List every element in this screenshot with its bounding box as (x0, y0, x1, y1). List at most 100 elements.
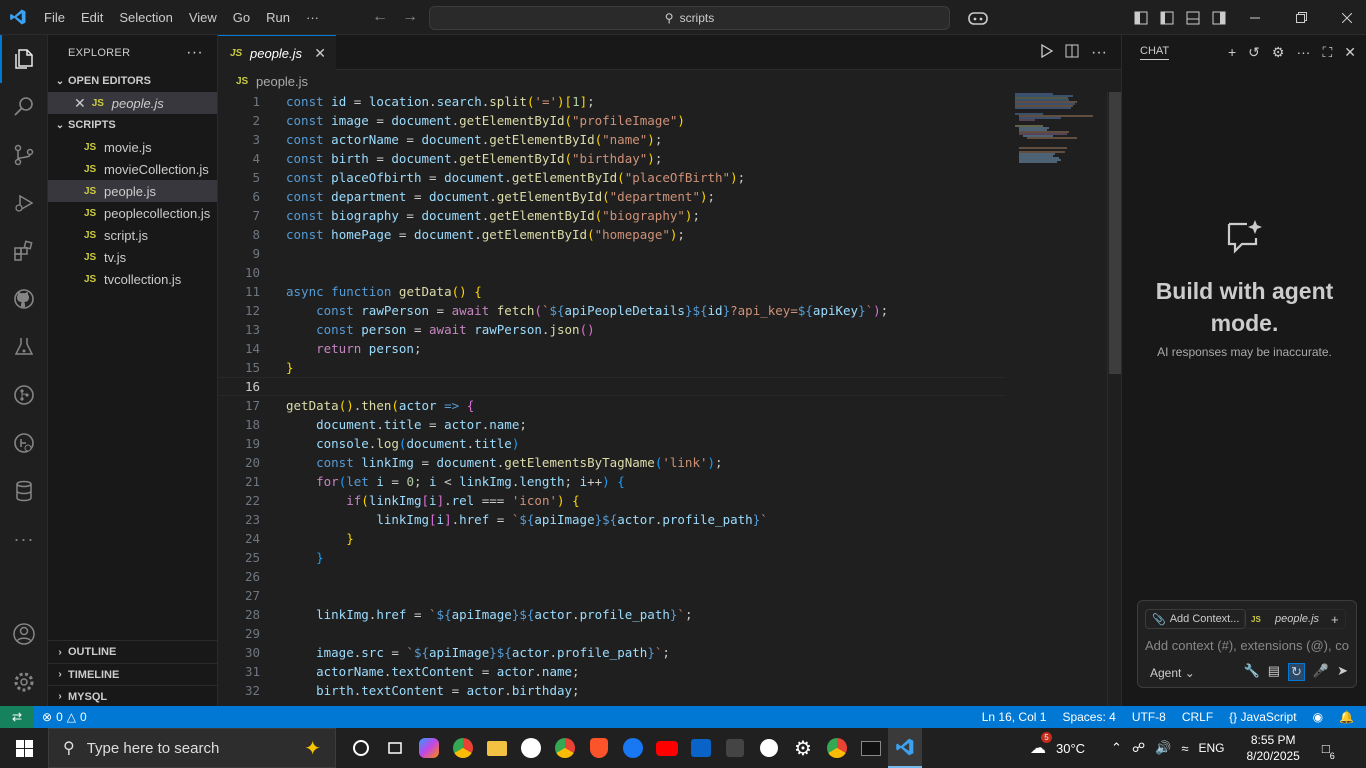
volume-icon[interactable]: 🔊 (1155, 740, 1171, 756)
terminal-icon[interactable] (854, 728, 888, 768)
menu-view[interactable]: View (181, 0, 225, 35)
testing-icon[interactable] (0, 323, 48, 371)
menu-go[interactable]: Go (225, 0, 258, 35)
agent-mode-dropdown[interactable]: Agent ⌄ (1150, 666, 1195, 680)
model-icon[interactable]: ▤ (1268, 663, 1280, 681)
breadcrumb-file[interactable]: people.js (256, 74, 308, 89)
notifications-icon[interactable]: 🔔 (1339, 710, 1354, 724)
chevron-up-icon[interactable]: ⌃ (1111, 740, 1122, 756)
github-desktop-icon[interactable] (514, 728, 548, 768)
notification-center-icon[interactable]: □ 6 (1322, 741, 1335, 761)
cursor-position[interactable]: Ln 16, Col 1 (982, 710, 1047, 724)
maximize-icon[interactable]: ⛶ (1322, 44, 1332, 61)
microphone-icon[interactable]: 🎤 (1313, 663, 1329, 681)
toggle-primary-sidebar-icon[interactable] (1154, 0, 1180, 35)
chrome-profile-icon[interactable] (548, 728, 582, 768)
vscode-taskbar-icon[interactable] (888, 728, 922, 768)
command-center-search[interactable]: ⚲ scripts (429, 6, 950, 30)
explorer-icon[interactable] (0, 35, 48, 83)
search-icon[interactable] (0, 83, 48, 131)
file-item-peoplecollection[interactable]: JS peoplecollection.js (48, 202, 217, 224)
run-debug-icon[interactable] (0, 179, 48, 227)
facebook-icon[interactable] (616, 728, 650, 768)
layout-customize-icon[interactable] (1128, 0, 1154, 35)
back-arrow-icon[interactable]: ← (372, 8, 388, 26)
cortana-icon[interactable] (344, 728, 378, 768)
menu-run[interactable]: Run (258, 0, 298, 35)
history-icon[interactable]: ↺ (1248, 44, 1260, 61)
file-item-script[interactable]: JS script.js (48, 224, 217, 246)
file-item-people[interactable]: JS people.js (48, 180, 217, 202)
split-editor-icon[interactable] (1065, 44, 1079, 61)
file-item-moviecollection[interactable]: JS movieCollection.js (48, 158, 217, 180)
tools-icon[interactable]: 🔧 (1244, 663, 1260, 681)
chat-input-box[interactable]: 📎 Add Context... JS people.js + Add conte… (1137, 600, 1357, 688)
git-graph-icon[interactable] (0, 371, 48, 419)
settings-gear-icon[interactable]: ⚙ (786, 728, 820, 768)
timeline-section[interactable]: › TIMELINE (48, 663, 218, 685)
extensions-icon[interactable] (0, 227, 48, 275)
editor-more-icon[interactable]: ··· (1091, 44, 1107, 62)
code-content[interactable]: const id = location.search.split('=')[1]… (286, 92, 1006, 700)
file-explorer-icon[interactable] (480, 728, 514, 768)
c-app-icon[interactable] (718, 728, 752, 768)
file-item-movie[interactable]: JS movie.js (48, 136, 217, 158)
refresh-icon[interactable]: ↻ (1288, 663, 1305, 681)
wifi-icon[interactable]: ≈ (1181, 741, 1188, 756)
menu-file[interactable]: File (36, 0, 73, 35)
windows-start-icon[interactable] (0, 728, 48, 768)
chrome-icon[interactable] (446, 728, 480, 768)
weather-icon[interactable]: ☁ 5 (1030, 732, 1052, 758)
remote-explorer-icon[interactable] (0, 419, 48, 467)
run-file-icon[interactable] (1041, 43, 1054, 61)
mongodb-icon[interactable] (752, 728, 786, 768)
add-context-button[interactable]: 📎 Add Context... (1145, 609, 1247, 629)
menu-edit[interactable]: Edit (73, 0, 111, 35)
restore-icon[interactable] (1278, 0, 1324, 35)
open-editors-section[interactable]: ⌄ OPEN EDITORS (48, 70, 217, 92)
toggle-panel-icon[interactable] (1180, 0, 1206, 35)
settings-gear-icon[interactable]: ⚙ (1272, 44, 1285, 61)
copilot-status-icon[interactable]: ◉ (1313, 710, 1323, 724)
network-icon[interactable]: ☍ (1132, 740, 1145, 756)
open-editor-item[interactable]: ✕ JS people.js (48, 92, 217, 114)
more-icon[interactable]: ··· (0, 515, 48, 563)
copilot-app-icon[interactable] (412, 728, 446, 768)
file-item-tvcollection[interactable]: JS tvcollection.js (48, 268, 217, 290)
file-context-chip[interactable]: JS people.js + (1244, 609, 1346, 629)
problems-indicator[interactable]: ⊗ 0 △ 0 (42, 710, 87, 724)
github-icon[interactable] (0, 275, 48, 323)
accounts-icon[interactable] (0, 610, 48, 658)
forward-arrow-icon[interactable]: → (402, 8, 418, 26)
minimap[interactable] (1013, 92, 1105, 172)
file-item-tv[interactable]: JS tv.js (48, 246, 217, 268)
code-editor[interactable]: 1 2 3 4 5 6 7 8 9 10 11 12 13 14 15 16 17 18 19 20 21 22 23 24 2… (218, 92, 1121, 706)
taskbar-search[interactable]: ⚲ Type here to search ✦ (48, 728, 336, 768)
remote-icon[interactable]: ⇄ (0, 706, 34, 728)
outlook-icon[interactable] (684, 728, 718, 768)
tab-people-js[interactable]: JS people.js ✕ (218, 35, 336, 70)
youtube-icon[interactable] (650, 728, 684, 768)
language-mode[interactable]: {} JavaScript (1229, 710, 1296, 724)
copilot-icon[interactable] (960, 0, 996, 35)
vertical-scrollbar[interactable] (1107, 92, 1121, 706)
close-icon[interactable]: ✕ (74, 95, 86, 112)
line-endings[interactable]: CRLF (1182, 710, 1213, 724)
settings-gear-icon[interactable] (0, 658, 48, 706)
source-control-icon[interactable] (0, 131, 48, 179)
brave-icon[interactable] (582, 728, 616, 768)
temperature[interactable]: 30°C (1056, 741, 1085, 756)
keyboard-language[interactable]: ENG (1198, 741, 1224, 755)
scripts-folder[interactable]: ⌄ SCRIPTS (48, 114, 217, 136)
database-icon[interactable] (0, 467, 48, 515)
close-icon[interactable]: ✕ (1344, 44, 1356, 61)
menu-selection[interactable]: Selection (111, 0, 180, 35)
toggle-secondary-sidebar-icon[interactable] (1206, 0, 1232, 35)
chat-more-icon[interactable]: ··· (1296, 44, 1310, 61)
chat-title[interactable]: CHAT (1140, 45, 1170, 60)
plus-icon[interactable]: + (1331, 612, 1339, 627)
indentation[interactable]: Spaces: 4 (1062, 710, 1115, 724)
send-icon[interactable]: ➤ (1337, 663, 1348, 681)
encoding[interactable]: UTF-8 (1132, 710, 1166, 724)
scrollbar-thumb[interactable] (1109, 92, 1121, 374)
